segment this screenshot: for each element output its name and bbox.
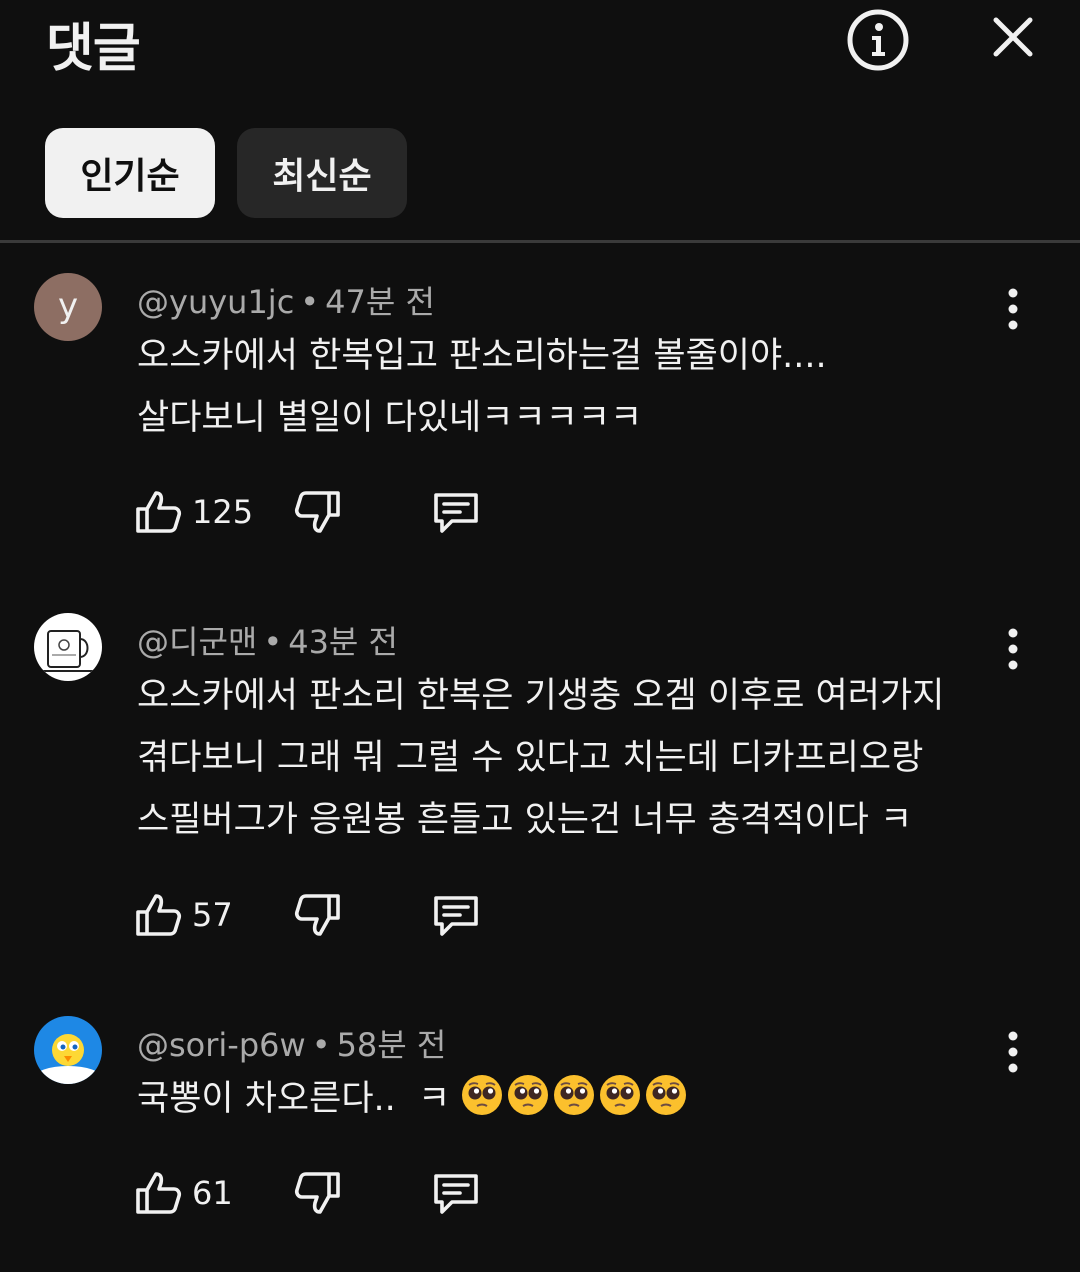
dislike-button[interactable]: [292, 487, 342, 537]
comment-line: 오스카에서 판소리 한복은 기생충 오겜 이후로 여러가지: [137, 676, 945, 716]
info-button[interactable]: [846, 8, 910, 72]
info-circle-icon: [847, 9, 909, 71]
comment-line: 국뽕이 차오른다.. ㅋ: [137, 1079, 462, 1119]
pleading-face-emoji: [554, 1075, 595, 1115]
comment-text: 오스카에서 한복입고 판소리하는걸 볼줄이야.... 살다보니 별일이 다있네ㅋ…: [137, 325, 827, 449]
reply-comment-icon: [434, 1174, 478, 1214]
pleading-face-emoji: [462, 1075, 503, 1115]
comment-text: 오스카에서 판소리 한복은 기생충 오겜 이후로 여러가지 겪다보니 그래 뭐 …: [137, 665, 944, 851]
comment-author[interactable]: @yuyu1jc: [137, 283, 294, 321]
comment-time: 58분 전: [336, 1026, 447, 1064]
svg-text:y: y: [58, 286, 78, 326]
dislike-button[interactable]: [292, 890, 342, 940]
like-button[interactable]: [134, 487, 184, 537]
comment-time: 47분 전: [325, 283, 435, 321]
avatar[interactable]: [34, 1016, 102, 1084]
reply-button[interactable]: [430, 890, 482, 940]
thumbs-up-icon: [136, 894, 182, 936]
comment-meta: @yuyu1jc • 47분 전: [137, 283, 435, 321]
comment-line: 살다보니 별일이 다있네ㅋㅋㅋㅋㅋ: [137, 398, 643, 438]
comment-line: 오스카에서 한복입고 판소리하는걸 볼줄이야....: [137, 336, 827, 376]
comment-line: 겪다보니 그래 뭐 그럴 수 있다고 치는데 디카프리오랑: [137, 738, 924, 778]
more-button[interactable]: [996, 1030, 1030, 1074]
reply-button[interactable]: [430, 487, 482, 537]
panel-title: 댓글: [46, 19, 141, 79]
like-count: 61: [192, 1174, 233, 1212]
more-vertical-icon: [1008, 288, 1018, 330]
more-button[interactable]: [996, 627, 1030, 671]
avatar[interactable]: [34, 613, 102, 681]
sort-newest-chip[interactable]: 최신순: [237, 128, 407, 218]
pleading-face-emoji: [600, 1075, 641, 1115]
close-button[interactable]: [988, 12, 1038, 62]
like-button[interactable]: [134, 890, 184, 940]
close-icon: [993, 17, 1033, 57]
thumbs-up-icon: [136, 1172, 182, 1214]
like-count: 57: [192, 896, 233, 934]
pleading-face-emoji: [508, 1075, 549, 1115]
panel-header: 댓글: [0, 0, 1080, 80]
mug-avatar-icon: [40, 630, 96, 672]
emoji-row: [461, 1075, 691, 1119]
thumbs-down-icon: [294, 491, 340, 533]
like-count: 125: [192, 493, 254, 531]
thumbs-down-icon: [294, 894, 340, 936]
comment-author[interactable]: @sori-p6w: [137, 1026, 306, 1064]
comment-time: 43분 전: [288, 623, 398, 661]
reply-comment-icon: [434, 896, 478, 936]
avatar[interactable]: y: [34, 273, 102, 341]
more-button[interactable]: [996, 287, 1030, 331]
avatar-letter-icon: y: [58, 286, 78, 326]
comment-line: 스필버그가 응원봉 흔들고 있는건 너무 충격적이다 ㅋ: [137, 800, 913, 840]
comment-meta: @디군맨 • 43분 전: [137, 623, 398, 661]
pleading-face-emoji: [646, 1075, 687, 1115]
comment-author[interactable]: @디군맨: [137, 623, 257, 661]
thumbs-down-icon: [294, 1172, 340, 1214]
reply-button[interactable]: [430, 1168, 482, 1218]
bird-avatar-icon: [34, 1034, 102, 1084]
reply-comment-icon: [434, 493, 478, 533]
divider: [0, 240, 1080, 243]
sort-top-chip[interactable]: 인기순: [45, 128, 215, 218]
more-vertical-icon: [1008, 628, 1018, 670]
more-vertical-icon: [1008, 1031, 1018, 1073]
comment-text: 국뽕이 차오른다.. ㅋ: [137, 1068, 691, 1130]
like-button[interactable]: [134, 1168, 184, 1218]
dislike-button[interactable]: [292, 1168, 342, 1218]
comment-meta: @sori-p6w • 58분 전: [137, 1026, 447, 1064]
thumbs-up-icon: [136, 491, 182, 533]
